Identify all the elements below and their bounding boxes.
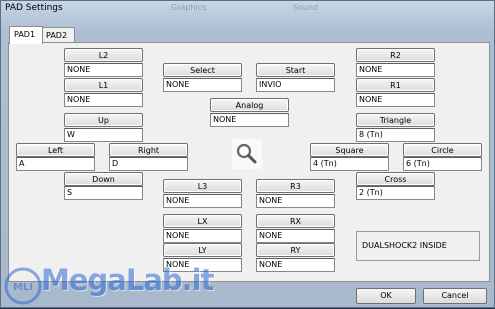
r2-button[interactable]: R2 bbox=[356, 48, 435, 62]
cross-button[interactable]: Cross bbox=[356, 172, 435, 186]
select-field[interactable]: NONE bbox=[163, 78, 242, 92]
left-button[interactable]: Left bbox=[16, 143, 95, 157]
down-button[interactable]: Down bbox=[64, 172, 143, 186]
r2-field[interactable]: NONE bbox=[356, 63, 435, 77]
analog-field[interactable]: NONE bbox=[210, 113, 289, 127]
lx-button[interactable]: LX bbox=[163, 214, 242, 228]
up-field[interactable]: W bbox=[64, 128, 143, 142]
svg-text:MLI: MLI bbox=[13, 282, 33, 293]
analog-button[interactable]: Analog bbox=[210, 98, 289, 112]
l3-button[interactable]: L3 bbox=[163, 179, 242, 193]
l1-field[interactable]: NONE bbox=[64, 93, 143, 107]
left-field[interactable]: A bbox=[16, 157, 95, 171]
tab-pad2[interactable]: PAD2 bbox=[41, 27, 75, 43]
ok-button[interactable]: OK bbox=[356, 288, 416, 304]
triangle-button[interactable]: Triangle bbox=[356, 113, 435, 127]
r3-button[interactable]: R3 bbox=[256, 179, 335, 193]
up-button[interactable]: Up bbox=[64, 113, 143, 127]
triangle-field[interactable]: 8 (Tn) bbox=[356, 128, 435, 142]
square-button[interactable]: Square bbox=[310, 143, 389, 157]
rx-button[interactable]: RX bbox=[256, 214, 335, 228]
right-button[interactable]: Right bbox=[109, 143, 188, 157]
window-title: PAD Settings bbox=[5, 3, 63, 13]
r3-field[interactable]: NONE bbox=[256, 194, 335, 208]
ry-button[interactable]: RY bbox=[256, 243, 335, 257]
cancel-button[interactable]: Cancel bbox=[423, 288, 487, 304]
circle-button[interactable]: Circle bbox=[403, 143, 482, 157]
r1-field[interactable]: NONE bbox=[356, 93, 435, 107]
background-graphics-text: Graphics bbox=[171, 3, 207, 12]
pad-settings-window: PAD Settings Graphics Sound PAD1 PAD2 L2… bbox=[0, 0, 495, 308]
megalab-logo-icon: MLI bbox=[4, 267, 42, 305]
rx-field[interactable]: NONE bbox=[256, 229, 335, 243]
l2-button[interactable]: L2 bbox=[64, 48, 143, 62]
controller-info-box: DUALSHOCK2 INSIDE bbox=[356, 231, 480, 261]
start-button[interactable]: Start bbox=[256, 63, 335, 77]
tab-pad2-label: PAD2 bbox=[46, 31, 68, 40]
tab-pad1-label: PAD1 bbox=[14, 30, 36, 39]
r1-button[interactable]: R1 bbox=[356, 78, 435, 92]
background-sound-text: Sound bbox=[293, 3, 319, 12]
magnifier-icon bbox=[232, 139, 262, 169]
down-field[interactable]: S bbox=[64, 186, 143, 200]
controller-info-text: DUALSHOCK2 INSIDE bbox=[362, 241, 447, 250]
square-field[interactable]: 4 (Tn) bbox=[310, 157, 389, 171]
megalab-watermark-text: MegaLab.it bbox=[41, 263, 214, 297]
right-field[interactable]: D bbox=[109, 157, 188, 171]
circle-field[interactable]: 6 (Tn) bbox=[403, 157, 482, 171]
cross-field[interactable]: 2 (Tn) bbox=[356, 186, 435, 200]
ly-button[interactable]: LY bbox=[163, 243, 242, 257]
megalab-watermark: MLI MegaLab.it bbox=[1, 263, 214, 309]
ry-field[interactable]: NONE bbox=[256, 258, 335, 272]
lx-field[interactable]: NONE bbox=[163, 229, 242, 243]
l1-button[interactable]: L1 bbox=[64, 78, 143, 92]
tab-pad1[interactable]: PAD1 bbox=[9, 26, 43, 44]
select-button[interactable]: Select bbox=[163, 63, 242, 77]
start-field[interactable]: INVIO bbox=[256, 78, 335, 92]
l3-field[interactable]: NONE bbox=[163, 194, 242, 208]
l2-field[interactable]: NONE bbox=[64, 63, 143, 77]
